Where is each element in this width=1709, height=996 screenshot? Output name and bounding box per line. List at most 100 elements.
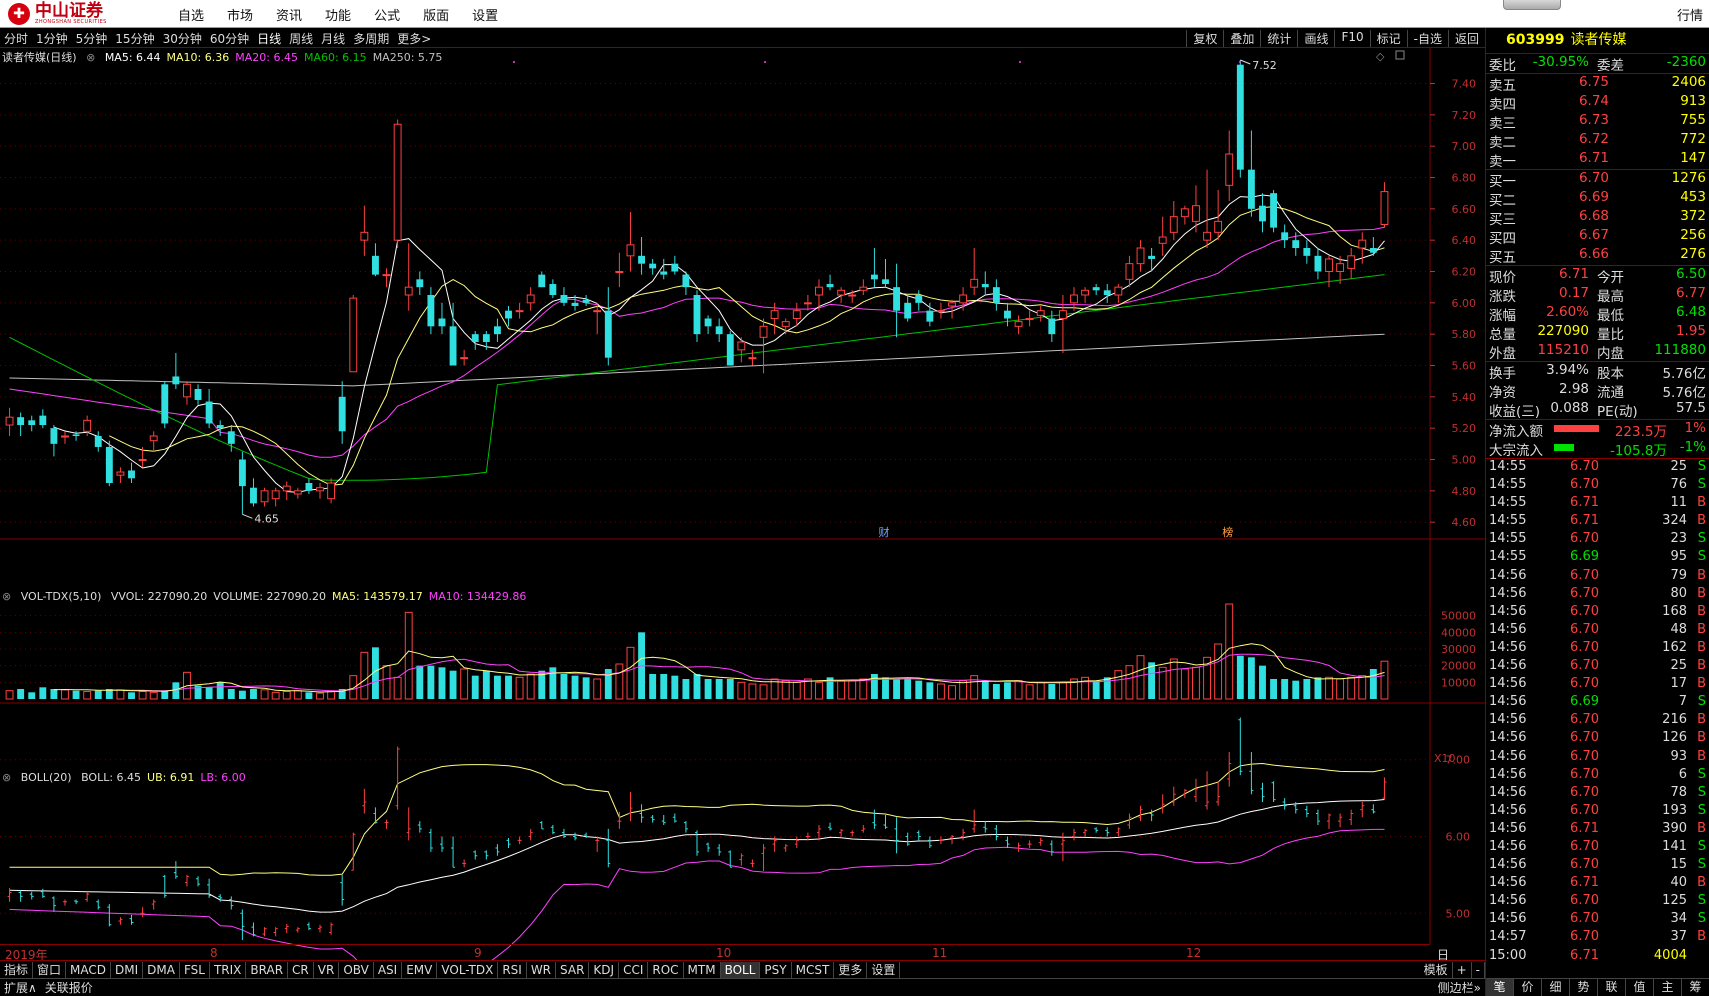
candle[interactable] — [526, 287, 535, 311]
candle[interactable] — [39, 409, 47, 429]
panel-tab[interactable]: 价 — [1514, 979, 1542, 996]
menu-item[interactable]: 市场 — [227, 5, 253, 24]
panel-tab[interactable]: 筹 — [1682, 979, 1709, 996]
candle[interactable] — [1236, 60, 1244, 178]
candle[interactable] — [349, 295, 358, 373]
candle[interactable] — [238, 451, 246, 515]
candle[interactable] — [338, 381, 346, 444]
indicator-tab[interactable]: VR — [314, 961, 340, 978]
candle[interactable] — [116, 467, 125, 483]
menu-item[interactable]: 公式 — [374, 5, 400, 24]
period-tab[interactable]: 30分钟 — [163, 30, 202, 47]
book-row[interactable]: 买一 6.70 1276 — [1486, 170, 1709, 190]
candle[interactable] — [1070, 287, 1078, 311]
candle[interactable] — [149, 431, 158, 452]
candle[interactable] — [250, 478, 257, 507]
book-row[interactable]: 卖五 6.75 2406 — [1486, 74, 1709, 94]
candle[interactable] — [859, 279, 868, 295]
candle[interactable] — [282, 481, 291, 501]
candle[interactable] — [438, 302, 446, 335]
menu-item[interactable]: 版面 — [423, 5, 449, 24]
indicator-tab[interactable]: TRIX — [210, 961, 247, 978]
candle[interactable] — [1259, 193, 1266, 233]
indicator-tab[interactable]: OBV — [339, 961, 374, 978]
period-tab[interactable]: 5分钟 — [76, 30, 108, 47]
indicator-tab[interactable]: ROC — [648, 961, 684, 978]
menu-item[interactable]: 自选 — [178, 5, 204, 24]
candle[interactable] — [94, 431, 102, 452]
panel-tab[interactable]: 主 — [1654, 979, 1682, 996]
book-row[interactable]: 买四 6.67 256 — [1486, 227, 1709, 247]
candle[interactable] — [505, 305, 512, 327]
menu-item[interactable]: 设置 — [472, 5, 498, 24]
panel-tab[interactable]: 细 — [1542, 979, 1570, 996]
candle[interactable] — [1158, 216, 1167, 256]
period-tab[interactable]: 多周期 — [353, 30, 389, 47]
candle[interactable] — [781, 318, 790, 335]
candle[interactable] — [582, 295, 590, 306]
indicator-tab[interactable]: WR — [527, 961, 557, 978]
candle[interactable] — [660, 258, 668, 280]
indicator-tab[interactable]: MTM — [684, 961, 721, 978]
candle[interactable] — [105, 440, 113, 487]
candle[interactable] — [305, 478, 313, 494]
book-row[interactable]: 买五 6.66 276 — [1486, 246, 1709, 266]
ma-toggle-icon[interactable]: ⊗ — [86, 51, 95, 64]
panel-tab[interactable]: 联 — [1598, 979, 1626, 996]
candle[interactable] — [1192, 185, 1200, 233]
indicator-tab[interactable]: PSY — [760, 961, 792, 978]
book-row[interactable]: 卖二 6.72 772 — [1486, 131, 1709, 151]
indicator-tab[interactable]: DMA — [143, 961, 180, 978]
window-toggle-icon[interactable] — [1395, 50, 1405, 60]
candle[interactable] — [1325, 255, 1333, 288]
candle[interactable] — [360, 205, 369, 256]
candle[interactable] — [460, 349, 469, 366]
candle[interactable] — [293, 487, 302, 499]
indicator-tab[interactable]: BOLL — [720, 961, 761, 978]
candle[interactable] — [1347, 248, 1356, 280]
template-button[interactable]: + — [1453, 961, 1472, 978]
ranking-event-mark[interactable]: 榜 — [1222, 525, 1233, 539]
candle[interactable] — [1380, 182, 1389, 228]
candle[interactable] — [1136, 240, 1145, 272]
candle[interactable] — [427, 287, 435, 335]
candle[interactable] — [1203, 169, 1211, 248]
toolbar-action[interactable]: 标记 — [1369, 30, 1407, 47]
period-tab[interactable]: 周线 — [289, 30, 313, 47]
candle[interactable] — [393, 119, 402, 248]
candle[interactable] — [682, 271, 690, 296]
candle[interactable] — [1092, 284, 1100, 295]
candle[interactable] — [1180, 205, 1189, 225]
indicator-tab[interactable]: VOL-TDX — [437, 961, 499, 978]
candle[interactable] — [471, 331, 479, 350]
candle[interactable] — [560, 287, 568, 306]
indicator-tab[interactable]: RSI — [498, 961, 527, 978]
candle[interactable] — [803, 295, 812, 311]
finance-event-mark[interactable]: 财 — [878, 525, 889, 539]
period-tab[interactable]: 月线 — [321, 30, 345, 47]
sidebar-toggle[interactable]: 侧边栏» — [1434, 979, 1485, 996]
candle[interactable] — [515, 302, 524, 319]
menu-item[interactable]: 功能 — [325, 5, 351, 24]
candle[interactable] — [593, 302, 602, 335]
toolbar-action[interactable]: 统计 — [1260, 30, 1297, 47]
book-row[interactable]: 卖一 6.71 147 — [1486, 150, 1709, 170]
boll-indicator-name[interactable]: BOLL(20) — [21, 771, 72, 784]
candle[interactable] — [1025, 310, 1034, 327]
candle[interactable] — [1103, 284, 1111, 303]
candle[interactable] — [992, 279, 1000, 311]
toolbar-action[interactable]: 复权 — [1186, 30, 1223, 47]
indicator-tab[interactable]: SAR — [556, 961, 590, 978]
candle[interactable] — [172, 352, 180, 389]
indicator-tab[interactable]: BRAR — [246, 961, 289, 978]
candle[interactable] — [161, 381, 169, 429]
candle[interactable] — [17, 412, 25, 437]
indicator-tab[interactable]: MCST — [792, 961, 835, 978]
candle[interactable] — [1303, 240, 1311, 264]
candle[interactable] — [404, 243, 413, 311]
candle[interactable] — [837, 287, 846, 303]
candle[interactable] — [205, 389, 213, 429]
candle[interactable] — [493, 318, 501, 343]
quote-menu[interactable]: 行情 — [1677, 5, 1703, 24]
candle[interactable] — [1314, 248, 1322, 280]
